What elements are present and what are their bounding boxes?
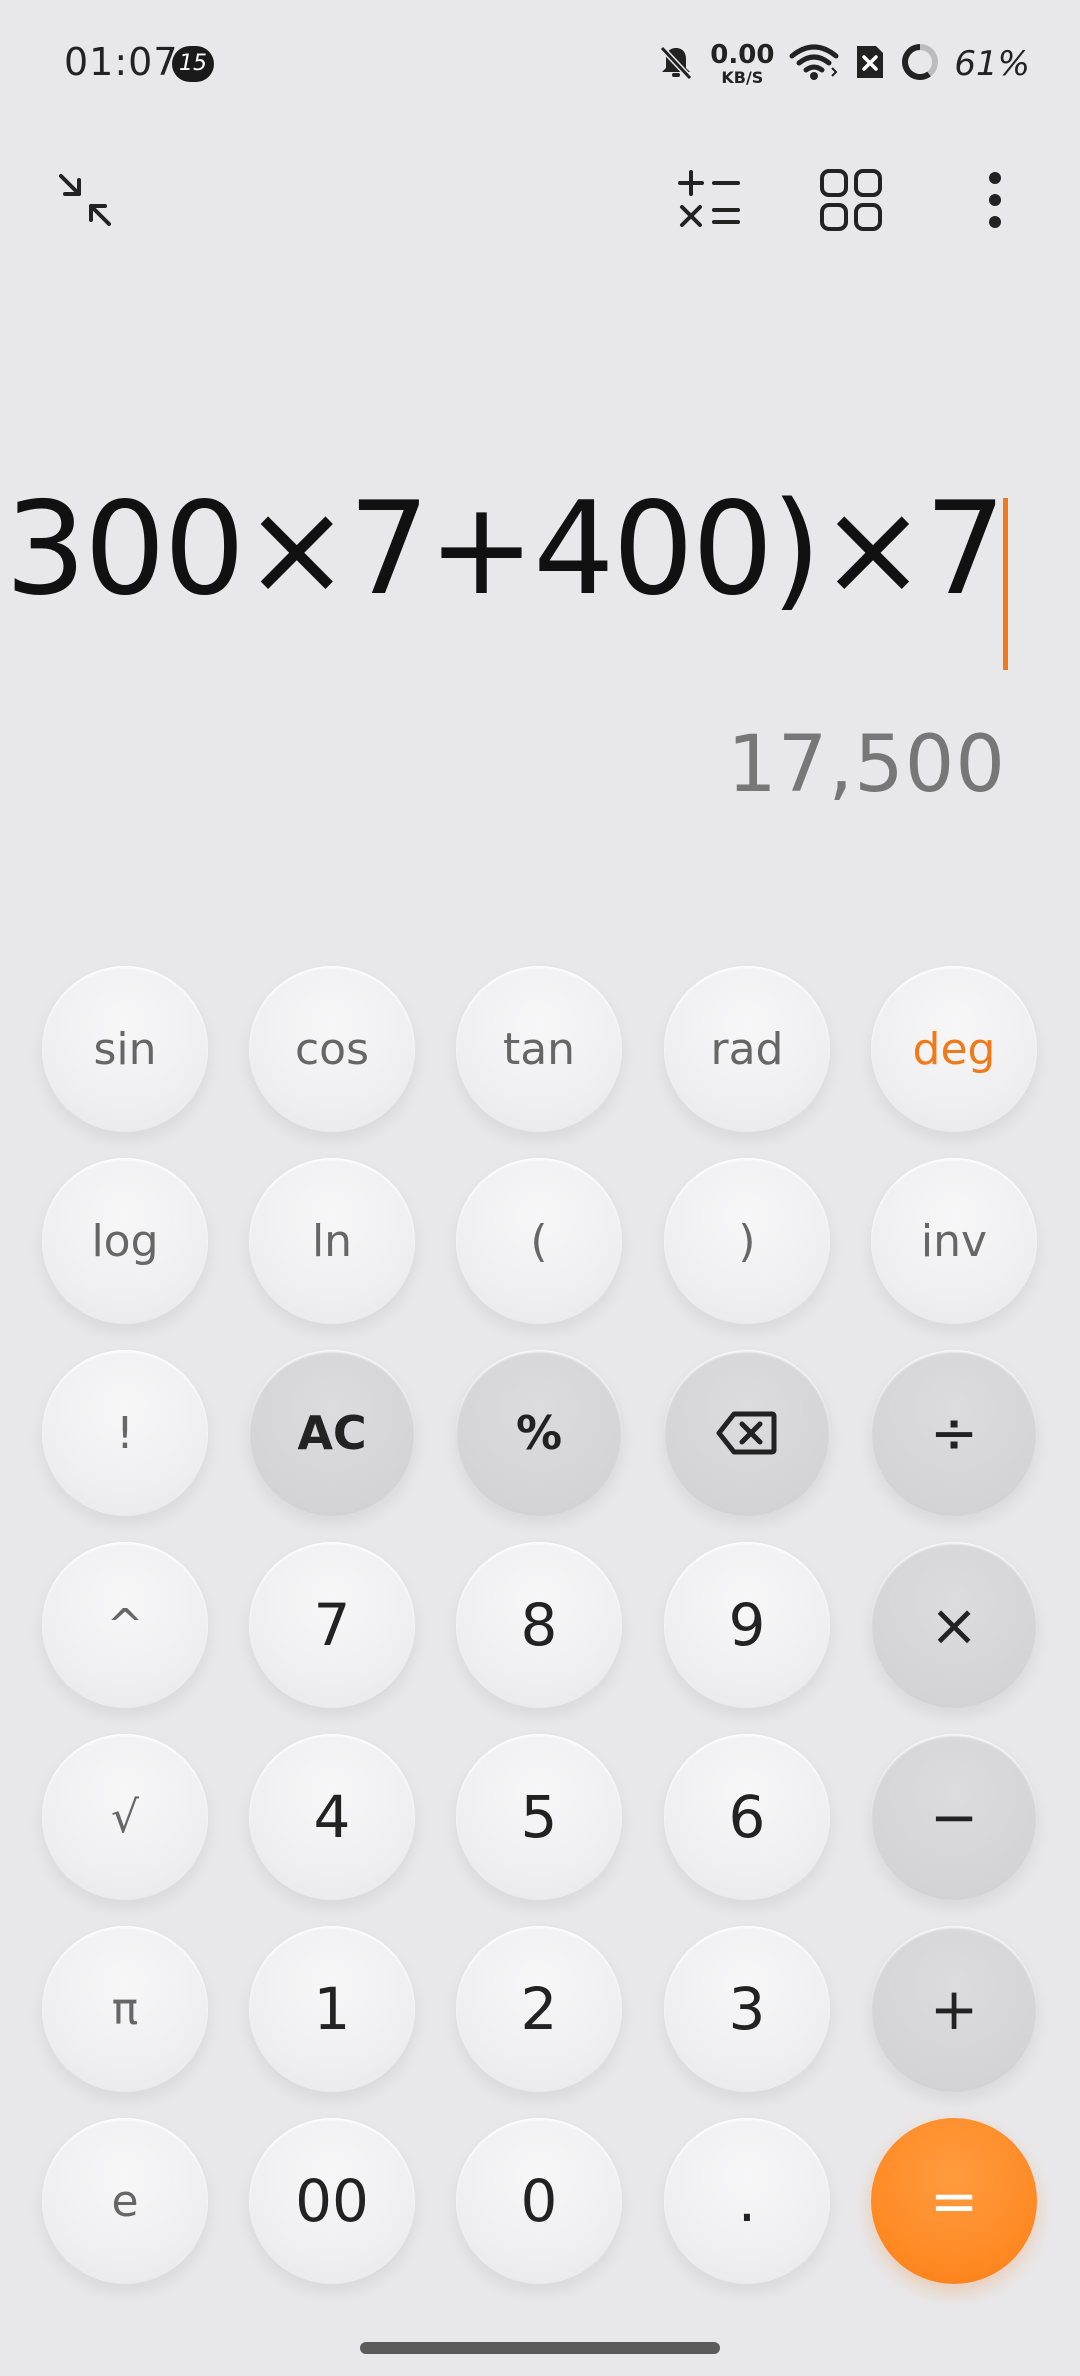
pi-key[interactable]: π [42,1926,208,2092]
expression-display[interactable]: (300×7+400)×7 [0,480,1006,620]
backspace-icon [716,1411,777,1455]
ln-key[interactable]: ln [249,1158,415,1324]
all-clear-key[interactable]: AC [249,1350,415,1516]
battery-ring-icon [900,42,940,86]
apps-grid-button[interactable] [806,155,896,245]
cos-key[interactable]: cos [249,966,415,1132]
deg-key[interactable]: deg [871,966,1037,1132]
unit-converter-button[interactable] [664,155,754,245]
status-bar: 01:07 15 0.00 KB/S 61% [0,0,1080,130]
digit-4-key[interactable]: 4 [249,1734,415,1900]
status-icons: 0.00 KB/S 61% [642,38,1030,90]
more-options-icon [989,172,1001,228]
factorial-key[interactable]: ! [42,1350,208,1516]
battery-percent: 61% [954,44,1030,84]
minimize-button[interactable] [40,155,130,245]
home-indicator[interactable] [360,2342,720,2354]
result-display: 17,500 [727,720,1006,810]
text-cursor [1003,498,1008,670]
close-paren-key[interactable]: ) [664,1158,830,1324]
sin-key[interactable]: sin [42,966,208,1132]
more-options-button[interactable] [950,155,1040,245]
digit-9-key[interactable]: 9 [664,1542,830,1708]
digit-0-key[interactable]: 0 [456,2118,622,2284]
apps-grid-icon [820,169,882,231]
digit-7-key[interactable]: 7 [249,1542,415,1708]
power-key[interactable]: ^ [42,1542,208,1708]
notification-count-badge: 15 [172,46,214,82]
tan-key[interactable]: tan [456,966,622,1132]
decimal-point-key[interactable]: . [664,2118,830,2284]
status-time: 01:07 [64,40,179,84]
sim-off-icon [854,43,886,85]
log-key[interactable]: log [42,1158,208,1324]
double-zero-key[interactable]: 00 [249,2118,415,2284]
bell-off-icon [656,42,696,86]
minimize-icon [59,174,111,226]
percent-key[interactable]: % [456,1350,622,1516]
euler-key[interactable]: e [42,2118,208,2284]
digit-3-key[interactable]: 3 [664,1926,830,2092]
wifi-icon [788,42,840,86]
network-speed-value: 0.00 [710,40,775,70]
inv-key[interactable]: inv [871,1158,1037,1324]
plus-key[interactable]: + [871,1926,1037,2092]
open-paren-key[interactable]: ( [456,1158,622,1324]
backspace-key[interactable] [664,1350,830,1516]
rad-key[interactable]: rad [664,966,830,1132]
divide-key[interactable]: ÷ [871,1350,1037,1516]
digit-1-key[interactable]: 1 [249,1926,415,2092]
network-speed-unit: KB/S [721,68,764,87]
digit-6-key[interactable]: 6 [664,1734,830,1900]
digit-8-key[interactable]: 8 [456,1542,622,1708]
network-speed: 0.00 KB/S [710,42,774,86]
minus-key[interactable]: − [871,1734,1037,1900]
digit-2-key[interactable]: 2 [456,1926,622,2092]
unit-converter-icon [678,170,740,227]
digit-5-key[interactable]: 5 [456,1734,622,1900]
sqrt-key[interactable]: √ [42,1734,208,1900]
multiply-key[interactable]: × [871,1542,1037,1708]
equals-key[interactable]: = [871,2118,1037,2284]
